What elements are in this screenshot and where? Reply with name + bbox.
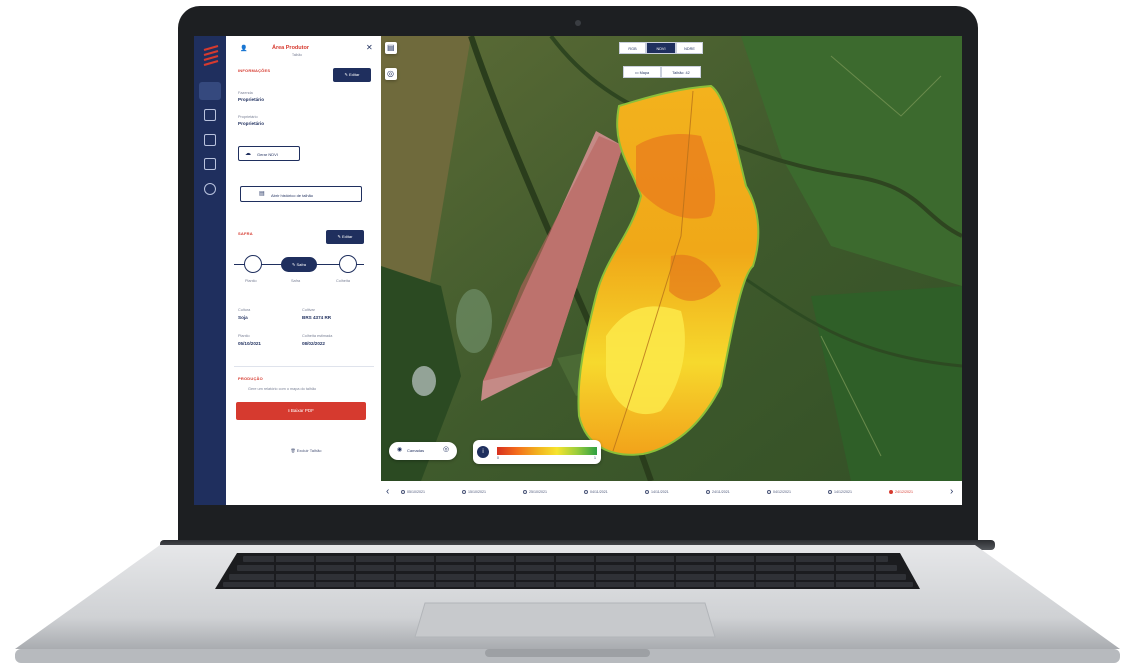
step-label: Plantio (245, 279, 257, 283)
delete-field-button[interactable]: 🗑 Excluir Talhão (266, 448, 346, 458)
edit-info-button[interactable]: ✎ Editar (333, 68, 371, 82)
download-icon: ⭳ (288, 408, 290, 413)
view-field[interactable]: Talhão: 42 (661, 66, 701, 78)
download-pdf-button[interactable]: ⭳ Baixar PDF (236, 402, 366, 420)
layer-ndre[interactable]: NDRE (676, 42, 703, 54)
brand-logo (203, 44, 219, 66)
view-ndvi-label: Gerar NDVI (257, 152, 278, 157)
crop-value: BRS 4374 RR (302, 315, 332, 320)
chevron-left-icon[interactable]: ‹ (386, 486, 389, 497)
settings-icon[interactable] (204, 183, 216, 195)
layers-pill[interactable]: ◉ Camadas ◎ (389, 442, 457, 460)
view-selector: ▭ Mapa Talhão: 42 (623, 66, 701, 78)
keyboard (215, 553, 920, 589)
close-icon[interactable]: ✕ (366, 43, 373, 52)
index-selector: RGB NDVI NDRE (619, 42, 703, 54)
crop-value: 08/02/2022 (302, 341, 325, 346)
field-label: Fazenda (238, 91, 253, 95)
crop-section-title: SAFRA (238, 231, 253, 236)
layer-rgb[interactable]: RGB (619, 42, 646, 54)
field-history-label: Abrir histórico de talhão (271, 193, 314, 198)
timeline-date[interactable]: 14/11/2021 (645, 490, 669, 494)
satellite-map[interactable]: ▤ ◎ RGB NDVI NDRE ▭ Mapa Talhão: 42 ◉ Ca… (381, 36, 962, 505)
layers-icon: ▤ (387, 43, 395, 52)
toggle-icon: ◎ (443, 446, 450, 453)
target-icon: ◎ (387, 69, 394, 78)
date-timeline: ‹ 05/10/2021 15/10/2021 25/10/2021 04/11… (381, 481, 962, 505)
production-section-title: PRODUÇÃO (238, 376, 263, 381)
scale-min: 0 (497, 456, 499, 460)
timeline-date[interactable]: 04/11/2021 (584, 490, 608, 494)
step-plantio[interactable] (244, 255, 262, 273)
app-screen: 👤 Área Produtor Talhão ✕ INFORMAÇÕES ✎ E… (194, 36, 962, 505)
ndvi-legend: i 0 1 (473, 440, 601, 464)
field-label: Proprietário (238, 115, 258, 119)
view-ndvi-button[interactable]: ☁ Gerar NDVI (238, 146, 300, 161)
panel-subtitle: Talhão (292, 53, 302, 57)
field-value: Proprietário (238, 97, 265, 102)
crop-label: Cultura (238, 308, 251, 312)
crop-value: Soja (238, 315, 248, 320)
map-view-icon: ▭ (634, 71, 639, 75)
farm-icon[interactable] (204, 109, 216, 121)
timeline-date[interactable]: 04/12/2021 (767, 490, 791, 494)
view-map[interactable]: ▭ Mapa (623, 66, 661, 78)
crop-label: Cultivar (302, 308, 315, 312)
step-label: Safra (291, 279, 301, 283)
layers-pill-label: Camadas (407, 448, 425, 453)
delete-field-label: Excluir Talhão (296, 448, 322, 453)
timeline-date[interactable]: 25/10/2021 (523, 490, 547, 494)
crop-value: 05/10/2021 (238, 341, 261, 346)
panel-title: Área Produtor (272, 45, 309, 51)
chevron-right-icon[interactable]: › (950, 486, 953, 497)
divider (234, 366, 374, 367)
timeline-date[interactable]: 14/12/2021 (828, 490, 852, 494)
crop-label: Plantio (238, 334, 250, 338)
step-colheita[interactable] (339, 255, 357, 273)
view-map-label: Mapa (639, 71, 650, 75)
layer-ndvi[interactable]: NDVI (646, 42, 676, 54)
info-section-title: INFORMAÇÕES (238, 68, 271, 73)
location-tool-button[interactable]: ◎ (385, 68, 397, 80)
crop-label: Colheita estimada (302, 334, 333, 338)
globe-icon: ◉ (397, 447, 403, 453)
step-safra-label: Safra (296, 262, 307, 267)
map-imagery (381, 36, 962, 505)
timeline-date[interactable]: 24/11/2021 (706, 490, 730, 494)
edit-crop-button[interactable]: ✎ Editar (326, 230, 364, 244)
download-pdf-label: Baixar PDF (290, 408, 314, 413)
field-history-button[interactable]: ▤ Abrir histórico de talhão (240, 186, 362, 202)
ndvi-color-scale (497, 447, 597, 455)
document-icon: ▤ (259, 191, 265, 197)
step-label: Colheita (336, 279, 350, 283)
calendar-icon[interactable] (204, 158, 216, 170)
user-icon: 👤 (240, 46, 248, 52)
timeline-date[interactable]: 15/10/2021 (462, 490, 486, 494)
production-note: Gere um relatório com o mapa do talhão (248, 387, 317, 391)
cloud-icon: ☁ (245, 151, 251, 157)
map-icon[interactable] (199, 82, 221, 100)
field-value: Proprietário (238, 121, 265, 126)
info-icon[interactable]: i (477, 446, 489, 458)
step-safra[interactable]: ✎ Safra (281, 257, 317, 272)
timeline-date[interactable]: 05/10/2021 (401, 490, 425, 494)
trash-icon: 🗑 (290, 448, 296, 453)
scale-max: 1 (594, 456, 596, 460)
timeline-date-selected[interactable]: 24/12/2021 (889, 490, 913, 494)
report-icon[interactable] (204, 134, 216, 146)
webcam (575, 20, 581, 26)
layers-tool-button[interactable]: ▤ (385, 42, 397, 54)
nav-rail (194, 36, 226, 505)
field-panel: 👤 Área Produtor Talhão ✕ INFORMAÇÕES ✎ E… (226, 36, 381, 505)
